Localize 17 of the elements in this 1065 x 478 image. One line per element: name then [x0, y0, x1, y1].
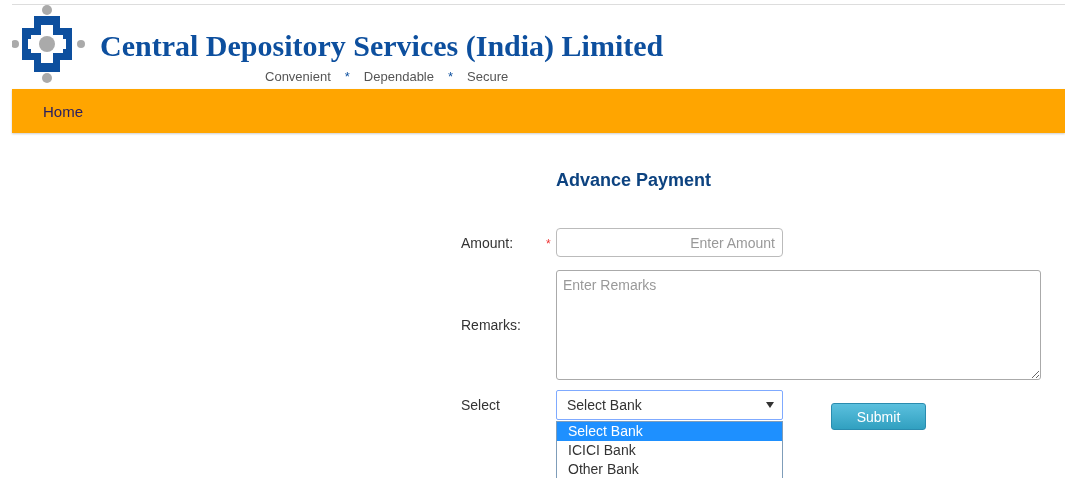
bank-select[interactable]: Select Bank [556, 390, 783, 420]
amount-field[interactable]: Enter Amount [556, 228, 783, 257]
remarks-field[interactable]: Enter Remarks [556, 270, 1041, 380]
tagline-separator: * [448, 69, 454, 84]
caret-icon [766, 402, 774, 408]
tagline-word: Secure [467, 69, 509, 84]
tagline-word: Dependable [363, 69, 434, 84]
logo-icon [12, 5, 86, 83]
nav-link[interactable]: Home [43, 102, 83, 120]
form-heading: Advance Payment [556, 170, 713, 191]
field-label: Remarks: [461, 317, 522, 333]
site-title: Central Depository Services (India) Limited [100, 29, 664, 63]
field-label: Amount: [461, 234, 515, 251]
field-label: Select [461, 397, 501, 413]
required-mark: * [546, 236, 551, 251]
tagline-separator: * [344, 69, 350, 84]
tagline-word: Convenient [265, 69, 331, 84]
